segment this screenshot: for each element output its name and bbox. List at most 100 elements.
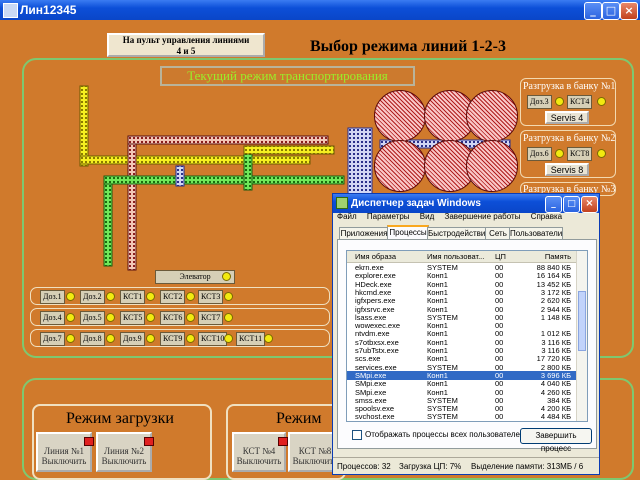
bunker2-kst-button[interactable]: КСТ8 (567, 147, 593, 161)
row1-btn-3[interactable]: КСТ1 (120, 290, 146, 304)
row1-btn-2[interactable]: Доз.2 (80, 290, 105, 304)
row1-btn-1[interactable]: Доз.1 (40, 290, 65, 304)
indicator-lamp-icon (264, 334, 273, 343)
row3-btn-4[interactable]: КСТ9 (160, 332, 186, 346)
row3-btn-3[interactable]: Доз.9 (120, 332, 145, 346)
kst4-name: КСТ №4 (242, 446, 276, 456)
silo-tank (374, 140, 426, 192)
indicator-lamp-icon (66, 292, 75, 301)
line2-state: Выключить (101, 456, 147, 466)
menu-options[interactable]: Параметры (367, 212, 410, 221)
row3-btn-5[interactable]: КСТ10 (198, 332, 228, 346)
process-memory: 4 484 КБ (540, 412, 571, 422)
indicator-lamp-icon (224, 334, 233, 343)
row2-btn-3[interactable]: КСТ5 (120, 311, 146, 325)
status-indicator-icon (144, 437, 154, 446)
indicator-lamp-icon (66, 313, 75, 322)
conveyor-segment (127, 135, 137, 271)
indicator-lamp-icon (146, 292, 155, 301)
status-indicator-icon (278, 437, 288, 446)
silo-tank (466, 140, 518, 192)
bunker1-panel: Разгрузка в банку №1 Доз.3 КСТ4 Servis 4 (520, 78, 616, 126)
kst4-state: Выключить (236, 456, 282, 466)
tm-maximize-button[interactable]: □ (563, 196, 580, 213)
indicator-lamp-icon (66, 334, 75, 343)
row3-btn-1[interactable]: Доз.7 (40, 332, 65, 346)
indicator-lamp-icon (146, 334, 155, 343)
col-cpu[interactable]: ЦП (495, 251, 506, 262)
menu-file[interactable]: Файл (337, 212, 357, 221)
line1-name: Линия №1 (43, 446, 85, 456)
task-manager-title: Диспетчер задач Windows (351, 198, 481, 209)
row1-btn-5[interactable]: КСТ3 (198, 290, 224, 304)
col-user-name[interactable]: Имя пользоват... (427, 251, 484, 262)
show-all-processes-checkbox[interactable]: Отображать процессы всех пользователей (352, 430, 524, 440)
bunker1-kst-button[interactable]: КСТ4 (567, 95, 593, 109)
line1-state: Выключить (41, 456, 87, 466)
servis8-button[interactable]: Servis 8 (545, 163, 589, 176)
status-cpu-usage: Загрузка ЦП: 7% (399, 462, 462, 471)
row2-btn-2[interactable]: Доз.5 (80, 311, 105, 325)
conveyor-segment (103, 175, 345, 185)
bunker2-doz-button[interactable]: Доз.6 (527, 147, 552, 161)
indicator-lamp-icon (597, 97, 606, 106)
task-manager-title-bar[interactable]: Диспетчер задач Windows _ □ × (333, 194, 599, 213)
silo-tank (466, 90, 518, 142)
col-image-name[interactable]: Имя образа (355, 251, 396, 262)
indicator-lamp-icon (224, 313, 233, 322)
scrollbar-thumb[interactable] (578, 291, 586, 351)
bunker1-title: Разгрузка в банку №1 (523, 81, 616, 92)
bunker2-title: Разгрузка в банку №2 (523, 133, 616, 144)
status-memory: Выделение памяти: 313МБ / 6 (471, 462, 584, 471)
checkbox-icon (352, 430, 362, 440)
elevator-label: Элеватор (179, 272, 211, 281)
line2-toggle-button[interactable]: Линия №2 Выключить (96, 432, 154, 472)
conveyor-segment (175, 165, 185, 187)
indicator-lamp-icon (106, 313, 115, 322)
indicator-lamp-icon (186, 334, 195, 343)
processes-pane: Имя образа Имя пользоват... ЦП Память ek… (337, 239, 597, 453)
task-manager-window[interactable]: Диспетчер задач Windows _ □ × Файл Парам… (332, 193, 600, 475)
process-list-scrollbar[interactable] (576, 251, 587, 421)
tm-status-bar: Процессов: 32 Загрузка ЦП: 7% Выделение … (333, 457, 599, 475)
process-cpu: 00 (495, 412, 504, 422)
conveyor-segment (103, 175, 113, 267)
indicator-lamp-icon (186, 292, 195, 301)
tm-minimize-button[interactable]: _ (545, 196, 562, 213)
line2-name: Линия №2 (103, 446, 145, 456)
process-user: SYSTEM (427, 412, 458, 422)
bunker1-doz-button[interactable]: Доз.3 (527, 95, 552, 109)
row1-btn-4[interactable]: КСТ2 (160, 290, 186, 304)
conveyor-segment (79, 85, 89, 167)
tm-close-button[interactable]: × (581, 196, 598, 213)
col-memory[interactable]: Память (529, 251, 571, 262)
status-indicator-icon (84, 437, 94, 446)
process-row[interactable]: svchost.exe SYSTEM 00 4 484 КБ (347, 412, 577, 421)
process-list-header: Имя образа Имя пользоват... ЦП Память (347, 251, 577, 263)
line1-toggle-button[interactable]: Линия №1 Выключить (36, 432, 94, 472)
row2-btn-5[interactable]: КСТ7 (198, 311, 224, 325)
row3-btn-6[interactable]: КСТ11 (236, 332, 266, 346)
servis4-button[interactable]: Servis 4 (545, 111, 589, 124)
task-manager-icon (336, 197, 348, 209)
kst4-toggle-button[interactable]: КСТ №4 Выключить (232, 432, 288, 472)
indicator-lamp-icon (186, 313, 195, 322)
menu-shutdown[interactable]: Завершение работы (445, 212, 521, 221)
indicator-lamp-icon (106, 292, 115, 301)
indicator-lamp-icon (555, 149, 564, 158)
menu-help[interactable]: Справка (531, 212, 562, 221)
process-name: svchost.exe (355, 412, 395, 422)
conveyor-segment (243, 145, 335, 155)
menu-view[interactable]: Вид (420, 212, 434, 221)
status-process-count: Процессов: 32 (337, 462, 391, 471)
tm-menu-bar: Файл Параметры Вид Завершение работы Спр… (337, 212, 570, 221)
indicator-lamp-icon (146, 313, 155, 322)
row2-btn-4[interactable]: КСТ6 (160, 311, 186, 325)
silo-tank (374, 90, 426, 142)
end-process-button[interactable]: Завершить процесс (520, 428, 592, 453)
row2-btn-1[interactable]: Доз.4 (40, 311, 65, 325)
load-mode-title: Режим загрузки (66, 410, 174, 427)
row3-btn-2[interactable]: Доз.8 (80, 332, 105, 346)
show-all-label: Отображать процессы всех пользователей (365, 430, 525, 440)
process-list[interactable]: Имя образа Имя пользоват... ЦП Память ek… (346, 250, 588, 422)
